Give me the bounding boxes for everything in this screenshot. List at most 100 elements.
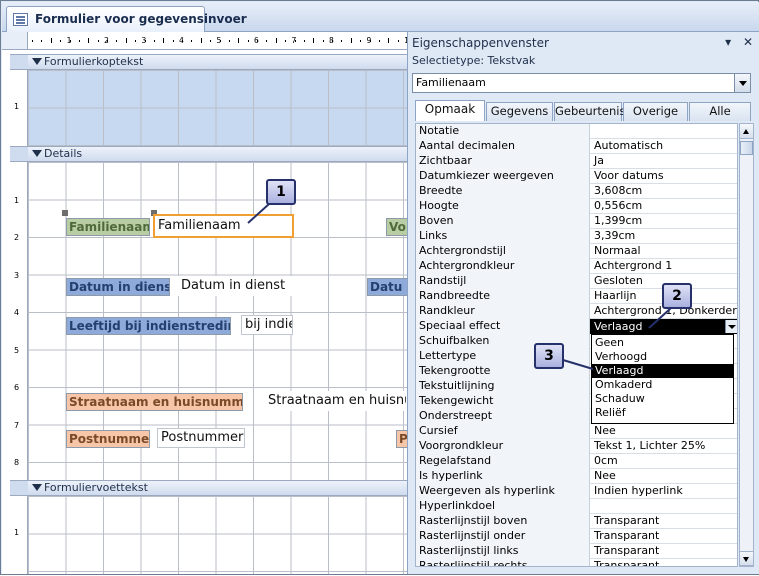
property-list-scrollbar[interactable]: [739, 123, 754, 567]
property-value[interactable]: Automatisch: [591, 139, 737, 154]
form-icon: [13, 13, 28, 26]
property-row[interactable]: Boven 1,399cm: [416, 214, 737, 229]
tab-gebeurtenis[interactable]: Gebeurtenis: [554, 102, 625, 121]
property-value[interactable]: [591, 124, 737, 139]
property-value[interactable]: Transparant: [591, 544, 737, 559]
document-tab[interactable]: Formulier voor gegevensinvoer: [6, 6, 247, 32]
property-value[interactable]: Tekst 1, Lichter 25%: [591, 439, 737, 454]
dropdown-option[interactable]: Verhoogd: [592, 350, 733, 364]
ruler-corner[interactable]: [2, 32, 28, 50]
footer-section-selector[interactable]: [10, 480, 28, 496]
scrollbar-thumb[interactable]: [740, 141, 753, 155]
property-row[interactable]: Aantal decimalen Automatisch: [416, 139, 737, 154]
ruler-number: 1: [14, 195, 20, 205]
textbox-postnummer[interactable]: Postnummer: [157, 428, 245, 448]
object-selector[interactable]: Familienaam: [412, 73, 751, 93]
property-value[interactable]: [591, 499, 737, 514]
property-row[interactable]: Links 3,39cm: [416, 229, 737, 244]
property-sheet-buttons: ▾ ✕: [717, 35, 753, 49]
property-value[interactable]: Nee: [591, 424, 737, 439]
property-name: Speciaal effect: [416, 319, 590, 334]
property-row[interactable]: Breedte 3,608cm: [416, 184, 737, 199]
property-row[interactable]: Hyperlinkdoel: [416, 499, 737, 514]
textbox-straatnaam[interactable]: Straatnaam en huisnur: [264, 391, 407, 411]
pin-dropdown-icon[interactable]: ▾: [725, 35, 731, 49]
vertical-ruler-footer[interactable]: 1: [10, 496, 28, 574]
chevron-down-icon[interactable]: [725, 320, 737, 333]
label-right-1[interactable]: Vo: [386, 218, 407, 236]
section-bar-footer[interactable]: Formuliervoettekst: [28, 480, 407, 496]
scroll-down-arrow-icon[interactable]: [740, 551, 753, 566]
property-value[interactable]: 3,39cm: [591, 229, 737, 244]
chevron-down-icon[interactable]: [734, 74, 750, 92]
dropdown-option[interactable]: Reliëf: [592, 406, 733, 420]
property-row[interactable]: Achtergrondkleur Achtergrond 1: [416, 259, 737, 274]
property-value[interactable]: Nee: [591, 469, 737, 484]
property-value[interactable]: Indien hyperlink: [591, 484, 737, 499]
property-value[interactable]: 1,399cm: [591, 214, 737, 229]
property-row[interactable]: Rasterlijnstijl rechts Transparant: [416, 559, 737, 566]
detail-section-grid[interactable]: Familienaam Familienaam Vo Datum in dien…: [28, 162, 407, 480]
section-bar-header[interactable]: Formulierkoptekst: [28, 54, 407, 70]
property-value[interactable]: Achtergrond 1: [591, 259, 737, 274]
property-name: Randkleur: [416, 304, 590, 319]
app-window: Formulier voor gegevensinvoer 1 2 3 4 5 6 7 8 9 1…: [0, 0, 759, 575]
property-value[interactable]: Normaal: [591, 244, 737, 259]
property-row[interactable]: Zichtbaar Ja: [416, 154, 737, 169]
property-row[interactable]: Datumkiezer weergeven Voor datums: [416, 169, 737, 184]
property-row[interactable]: Voorgrondkleur Tekst 1, Lichter 25%: [416, 439, 737, 454]
label-right-2[interactable]: Datu: [367, 278, 407, 296]
tab-opmaak[interactable]: Opmaak: [415, 100, 485, 121]
textbox-familienaam[interactable]: Familienaam: [153, 214, 294, 238]
dropdown-option[interactable]: Schaduw: [592, 392, 733, 406]
ruler-number: 8: [329, 36, 334, 45]
property-value[interactable]: Ja: [591, 154, 737, 169]
header-section-grid[interactable]: [28, 70, 407, 146]
dropdown-option[interactable]: Geen: [592, 336, 733, 350]
property-row[interactable]: Weergeven als hyperlink Indien hyperlink: [416, 484, 737, 499]
property-row[interactable]: Rasterlijnstijl links Transparant: [416, 544, 737, 559]
property-row[interactable]: Is hyperlink Nee: [416, 469, 737, 484]
tab-gegevens[interactable]: Gegevens: [486, 102, 553, 121]
form-designer[interactable]: 12345678910 Formulierkoptekst 1 Details …: [2, 32, 407, 574]
close-icon[interactable]: ✕: [743, 35, 753, 49]
property-value[interactable]: 3,608cm: [591, 184, 737, 199]
detail-section-selector[interactable]: [10, 146, 28, 162]
property-value[interactable]: Transparant: [591, 514, 737, 529]
label-postnummer[interactable]: Postnummer: [66, 430, 150, 448]
tab-overige[interactable]: Overige: [623, 102, 688, 121]
label-straatnaam[interactable]: Straatnaam en huisnummer: [66, 393, 243, 411]
property-value[interactable]: Voor datums: [591, 169, 737, 184]
footer-section-grid[interactable]: [28, 496, 407, 574]
textbox-datum-in-dienst[interactable]: Datum in dienst: [177, 276, 293, 296]
property-value[interactable]: Transparant: [591, 559, 737, 566]
ruler-number: 5: [216, 36, 222, 45]
property-value[interactable]: Transparant: [591, 529, 737, 544]
section-bar-detail[interactable]: Details: [28, 146, 407, 162]
property-row[interactable]: Hoogte 0,556cm: [416, 199, 737, 214]
vertical-ruler-detail[interactable]: 1 2 3 4 5 6 7 8: [10, 162, 28, 480]
ruler-number: 7: [291, 36, 297, 45]
label-datum-in-dienst[interactable]: Datum in dienst: [66, 278, 170, 296]
property-row[interactable]: Rasterlijnstijl onder Transparant: [416, 529, 737, 544]
scroll-up-arrow-icon[interactable]: [740, 124, 753, 139]
property-row[interactable]: Notatie: [416, 124, 737, 139]
property-row[interactable]: Achtergrondstijl Normaal: [416, 244, 737, 259]
label-right-3[interactable]: P: [396, 430, 407, 448]
label-familienaam[interactable]: Familienaam: [66, 218, 150, 236]
property-row[interactable]: Cursief Nee: [416, 424, 737, 439]
header-section-selector[interactable]: [10, 54, 28, 70]
tab-alle[interactable]: Alle: [689, 102, 751, 121]
move-handle[interactable]: [62, 210, 68, 216]
dropdown-option[interactable]: Verlaagd: [592, 364, 733, 378]
vertical-ruler-header[interactable]: 1: [10, 70, 28, 146]
textbox-leeftijd[interactable]: bij indier: [241, 315, 293, 335]
special-effect-dropdown[interactable]: Verlaagd: [590, 319, 737, 334]
label-leeftijd[interactable]: Leeftijd bij indienstreding: [66, 317, 231, 335]
property-row[interactable]: Rasterlijnstijl boven Transparant: [416, 514, 737, 529]
dropdown-option[interactable]: Omkaderd: [592, 378, 733, 392]
property-value[interactable]: 0,556cm: [591, 199, 737, 214]
property-row[interactable]: Regelafstand 0cm: [416, 454, 737, 469]
horizontal-ruler[interactable]: 12345678910: [28, 32, 407, 50]
property-value[interactable]: 0cm: [591, 454, 737, 469]
